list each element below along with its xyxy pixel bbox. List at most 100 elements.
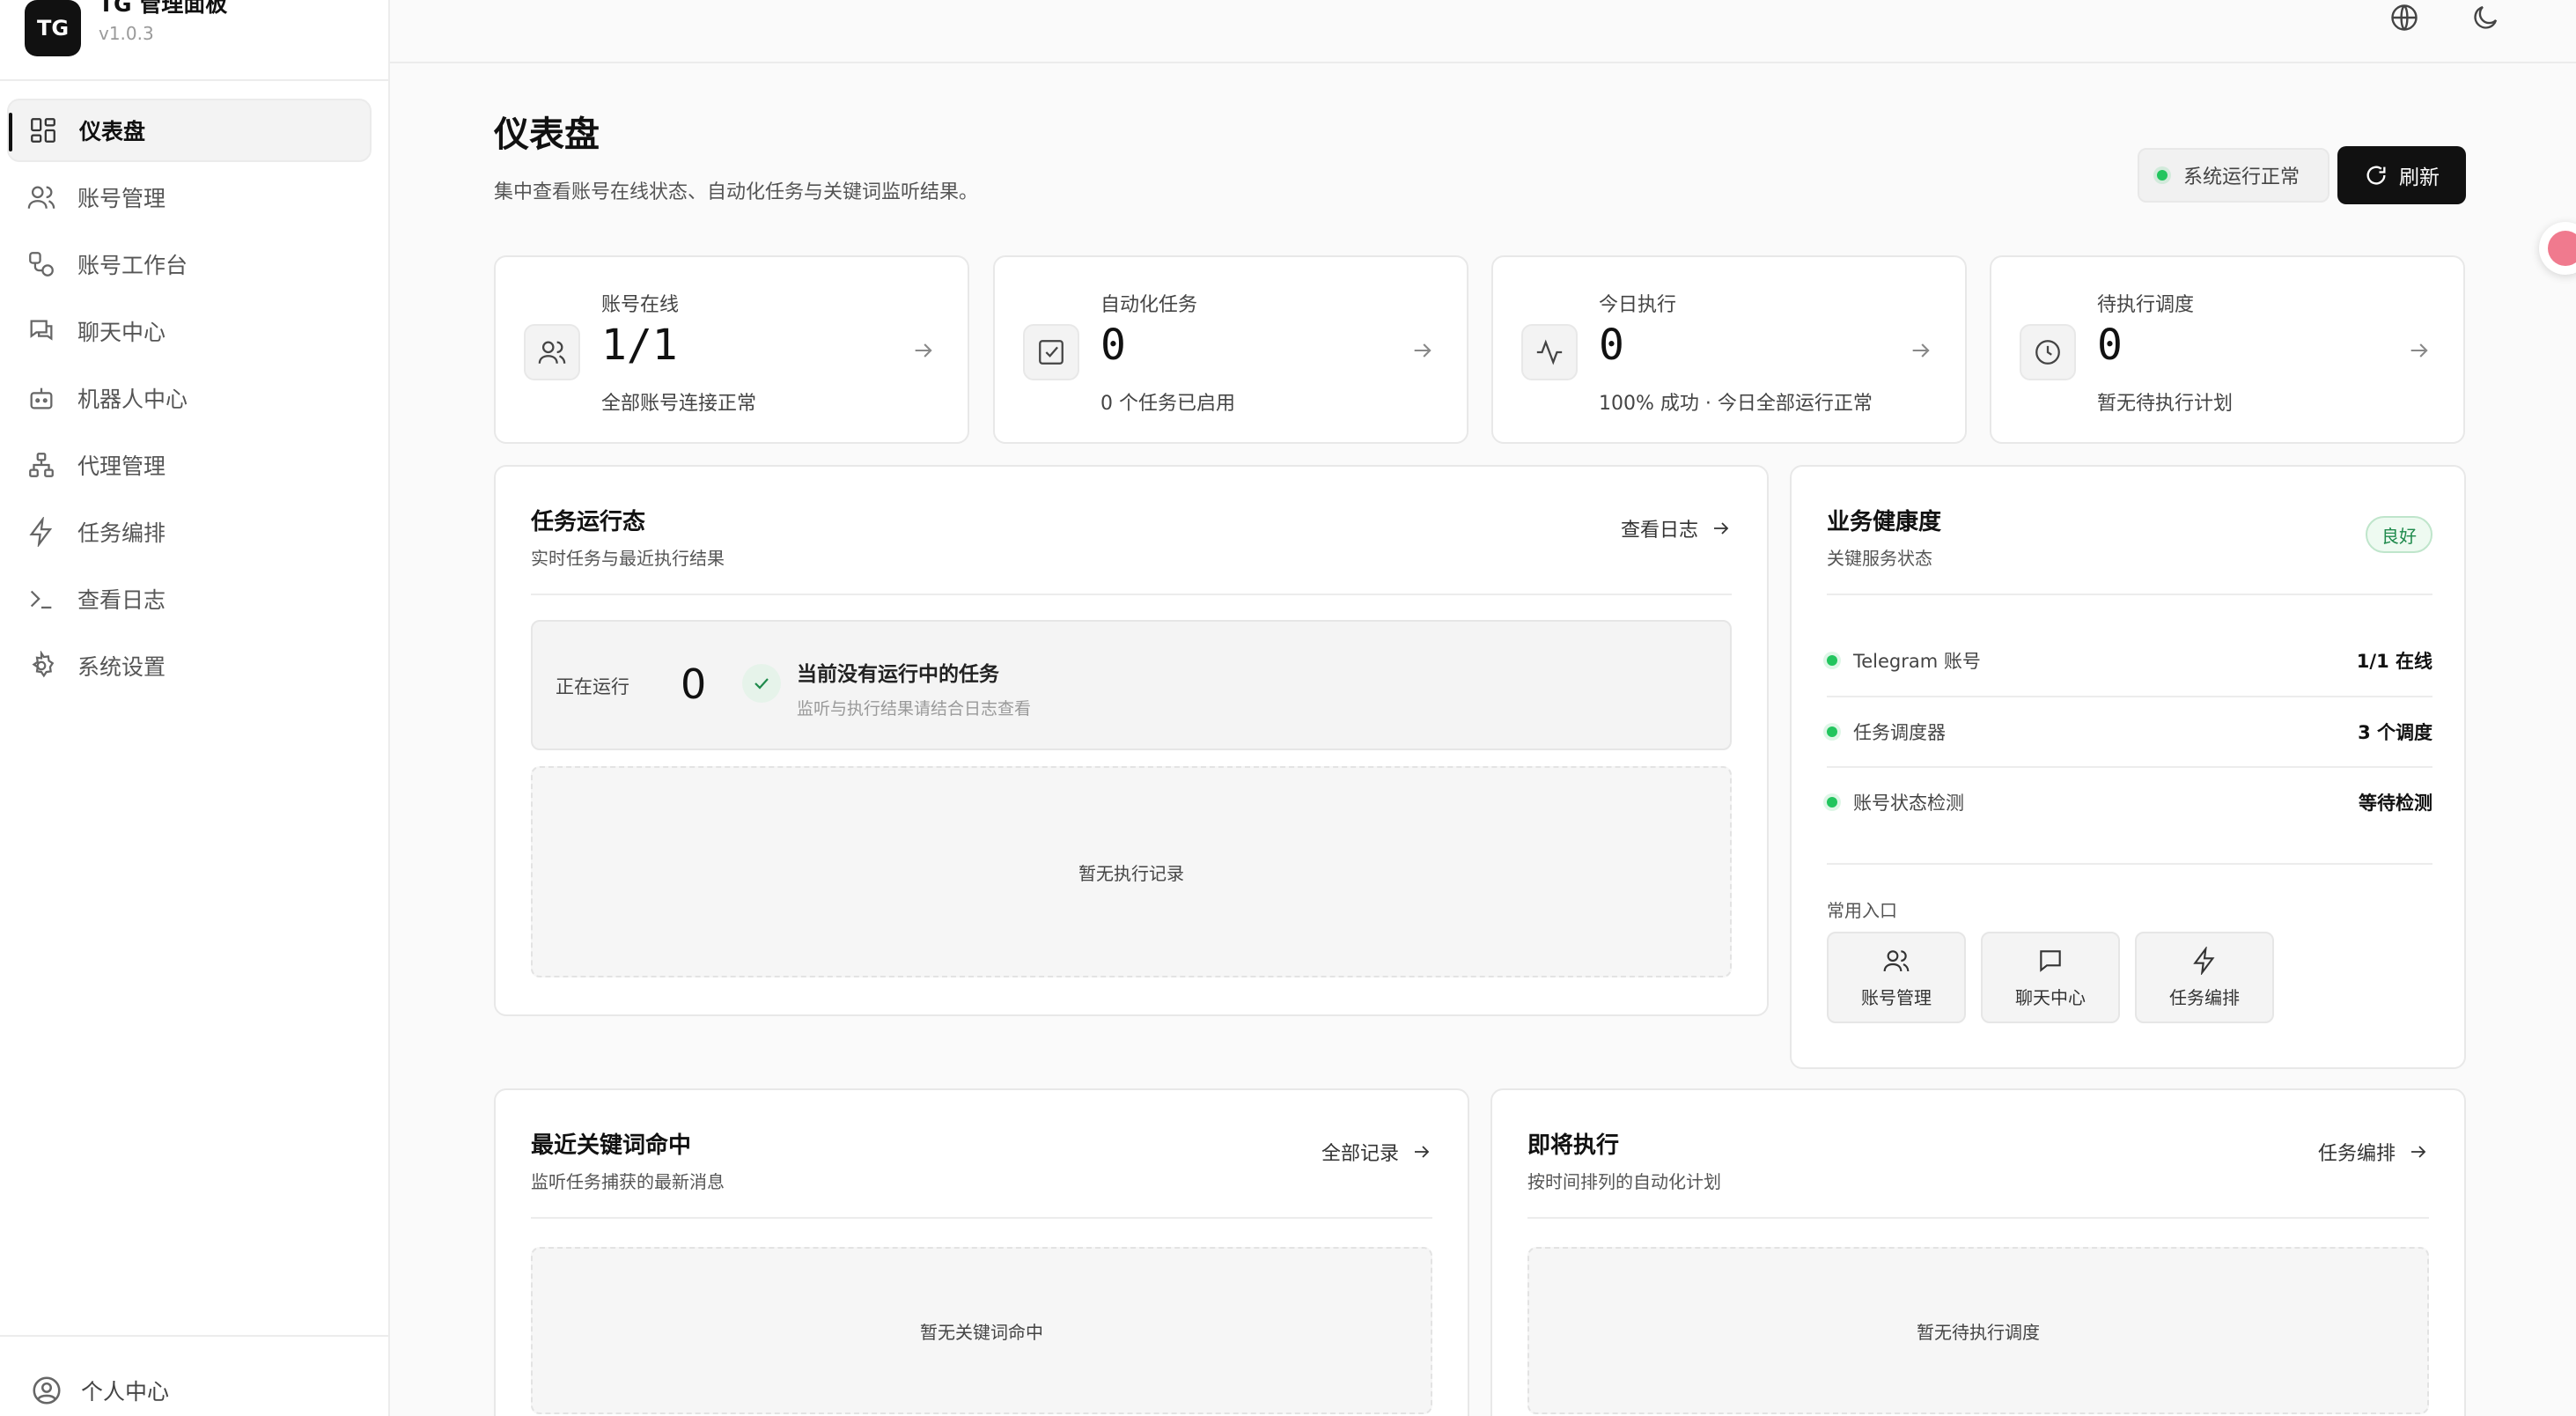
floating-assistant-button[interactable] xyxy=(2539,222,2576,275)
sidebar-item-label: 账号管理 xyxy=(77,186,166,211)
page-title: 仪表盘 xyxy=(494,114,600,155)
health-label: 账号状态检测 xyxy=(1853,793,1964,814)
health-row-scheduler: 任务调度器 3 个调度 xyxy=(1827,697,2432,767)
check-icon xyxy=(754,678,769,690)
sidebar-item-label: 系统设置 xyxy=(77,654,166,680)
sidebar-item-tasks[interactable]: 任务编排 xyxy=(7,500,372,564)
app-name: TG 管理面板 xyxy=(99,0,228,17)
panel-title: 即将执行 xyxy=(1527,1132,1620,1159)
status-dot xyxy=(1827,797,1837,808)
app-version: v1.0.3 xyxy=(99,23,154,44)
empty-keyword-hits: 暂无关键词命中 xyxy=(531,1247,1432,1414)
moon-icon[interactable] xyxy=(2469,2,2501,33)
quick-access-title: 常用入口 xyxy=(1827,900,1897,921)
quick-label: 账号管理 xyxy=(1861,986,1932,1008)
status-dot xyxy=(1827,655,1837,666)
panel-title: 业务健康度 xyxy=(1827,509,1942,535)
panel-divider xyxy=(531,1217,1432,1219)
workspace-icon xyxy=(29,252,54,277)
sidebar-item-logs[interactable]: 查看日志 xyxy=(7,567,372,631)
task-orchestration-link[interactable]: 任务编排 xyxy=(2318,1138,2429,1166)
page-subtitle: 集中查看账号在线状态、自动化任务与关键词监听结果。 xyxy=(494,181,979,203)
stat-label: 账号在线 xyxy=(601,294,680,316)
panel-title: 任务运行态 xyxy=(531,509,646,535)
profile-link[interactable]: 个人中心 xyxy=(30,1374,169,1407)
arrow-right-icon xyxy=(2410,343,2428,358)
running-label: 正在运行 xyxy=(556,676,629,697)
health-row-account-check: 账号状态检测 等待检测 xyxy=(1827,767,2432,837)
gear-icon xyxy=(32,651,55,678)
stat-label: 今日执行 xyxy=(1599,294,1677,316)
keyword-hits-panel: 最近关键词命中 监听任务捕获的最新消息 全部记录 暂无关键词命中 xyxy=(494,1088,1469,1416)
sidebar-item-label: 代理管理 xyxy=(77,454,166,479)
sidebar-item-bots[interactable]: 机器人中心 xyxy=(7,366,372,430)
task-status-panel: 任务运行态 实时任务与最近执行结果 查看日志 正在运行 0 当前没有运行中的任务… xyxy=(494,465,1769,1016)
health-label: Telegram 账号 xyxy=(1853,651,1981,672)
stat-card-pending-schedules[interactable]: 待执行调度 0 暂无待执行计划 xyxy=(1990,255,2465,444)
all-records-link[interactable]: 全部记录 xyxy=(1321,1138,1432,1166)
user-circle-icon xyxy=(33,1376,61,1405)
stat-card-accounts-online[interactable]: 账号在线 1/1 全部账号连接正常 xyxy=(494,255,969,444)
arrow-right-icon xyxy=(1714,522,1729,535)
stat-desc: 全部账号连接正常 xyxy=(601,393,757,415)
sidebar-item-label: 仪表盘 xyxy=(79,119,146,144)
running-tasks-box: 正在运行 0 当前没有运行中的任务 监听与执行结果请结合日志查看 xyxy=(531,620,1732,750)
sidebar-nav: 仪表盘 账号管理 账号工作台 聊天中心 机器人中心 代理管理 任务编排 查看日志… xyxy=(7,99,372,701)
stat-label: 自动化任务 xyxy=(1100,294,1198,316)
quick-chat-button[interactable]: 聊天中心 xyxy=(1981,932,2120,1023)
refresh-label: 刷新 xyxy=(2399,166,2440,189)
users-icon xyxy=(538,341,566,364)
brand[interactable]: TG TG 管理面板 v1.0.3 xyxy=(25,0,227,56)
empty-text: 暂无关键词命中 xyxy=(920,1321,1043,1343)
business-health-panel: 业务健康度 关键服务状态 良好 Telegram 账号 1/1 在线 任务调度器… xyxy=(1790,465,2466,1069)
health-value: 3 个调度 xyxy=(2358,722,2432,743)
panel-divider xyxy=(1827,594,2432,595)
users-icon xyxy=(27,186,55,209)
stat-card-today-executions[interactable]: 今日执行 0 100% 成功 · 今日全部运行正常 xyxy=(1491,255,1967,444)
arrow-right-icon xyxy=(1415,1146,1430,1158)
sidebar-item-chat[interactable]: 聊天中心 xyxy=(7,299,372,363)
bolt-icon xyxy=(2193,946,2215,975)
quick-accounts-button[interactable]: 账号管理 xyxy=(1827,932,1966,1023)
running-subtitle: 监听与执行结果请结合日志查看 xyxy=(797,699,1032,719)
system-status-badge: 系统运行正常 xyxy=(2138,148,2329,203)
network-icon xyxy=(29,453,54,477)
status-dot xyxy=(2157,170,2168,181)
stat-card-automation[interactable]: 自动化任务 0 0 个任务已启用 xyxy=(993,255,1468,444)
sidebar-item-proxy[interactable]: 代理管理 xyxy=(7,433,372,497)
bolt-icon xyxy=(29,517,53,547)
status-dot xyxy=(1827,726,1837,737)
view-logs-link[interactable]: 查看日志 xyxy=(1621,514,1732,542)
link-label: 任务编排 xyxy=(2317,1143,2396,1165)
globe-icon[interactable] xyxy=(2388,2,2420,33)
users-icon xyxy=(1883,949,1910,971)
health-value: 1/1 在线 xyxy=(2356,651,2432,672)
check-badge xyxy=(742,664,781,703)
sidebar-item-accounts[interactable]: 账号管理 xyxy=(7,166,372,229)
topbar xyxy=(390,0,2576,63)
checkbox-icon xyxy=(1039,340,1064,365)
quick-tasks-button[interactable]: 任务编排 xyxy=(2135,932,2274,1023)
chat-icon xyxy=(2040,949,2061,972)
activity-icon xyxy=(1536,339,1563,365)
sidebar-item-settings[interactable]: 系统设置 xyxy=(7,634,372,697)
sidebar-item-dashboard[interactable]: 仪表盘 xyxy=(7,99,372,162)
sidebar-item-label: 任务编排 xyxy=(77,520,166,546)
stat-value: 0 xyxy=(1100,321,1126,370)
assistant-avatar xyxy=(2548,231,2576,266)
arrow-right-icon xyxy=(2411,1146,2426,1158)
terminal-icon xyxy=(30,590,52,609)
stat-icon-box xyxy=(1023,324,1079,380)
empty-text: 暂无待执行调度 xyxy=(1917,1321,2040,1343)
refresh-icon xyxy=(2366,166,2386,185)
running-count: 0 xyxy=(681,660,707,708)
empty-upcoming: 暂无待执行调度 xyxy=(1527,1247,2429,1414)
running-title: 当前没有运行中的任务 xyxy=(797,663,999,686)
arrow-right-icon xyxy=(1414,343,1432,358)
stat-value: 0 xyxy=(1599,321,1624,370)
stat-value: 0 xyxy=(2097,321,2123,370)
empty-text: 暂无执行记录 xyxy=(1078,862,1184,884)
refresh-button[interactable]: 刷新 xyxy=(2337,146,2466,204)
link-label: 全部记录 xyxy=(1321,1143,1399,1165)
sidebar-item-workspace[interactable]: 账号工作台 xyxy=(7,232,372,296)
